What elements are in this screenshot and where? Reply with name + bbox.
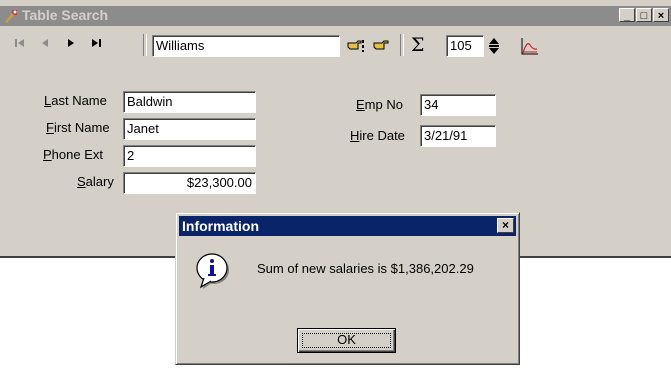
first-record-icon[interactable] <box>14 38 26 48</box>
dialog-title-bar[interactable]: Information × <box>179 216 516 236</box>
find-icon[interactable] <box>346 39 366 53</box>
information-dialog: Information × Sum of new salaries is $1,… <box>175 212 520 365</box>
sum-icon[interactable]: Σ <box>411 34 424 56</box>
next-record-icon[interactable] <box>66 38 76 48</box>
prior-record-icon[interactable] <box>40 38 50 48</box>
toolbar-separator <box>400 34 404 56</box>
count-input[interactable]: 105 <box>446 35 484 57</box>
chart-icon[interactable] <box>520 36 540 56</box>
phone-ext-field[interactable]: 2 <box>123 145 256 167</box>
salary-label: Salary <box>77 174 114 189</box>
last-record-icon[interactable] <box>90 38 102 48</box>
find-next-icon[interactable] <box>372 39 390 53</box>
minimize-button[interactable]: _ <box>619 8 635 22</box>
emp-no-label: Emp No <box>356 97 403 112</box>
last-name-field[interactable]: Baldwin <box>123 91 256 113</box>
emp-no-field[interactable]: 34 <box>420 94 496 116</box>
last-name-label: Last Name <box>44 93 107 108</box>
search-input[interactable]: Williams <box>152 35 340 57</box>
first-name-field[interactable]: Janet <box>123 118 256 140</box>
toolbar: Williams Σ 105 <box>0 30 671 60</box>
window-title: Table Search <box>22 7 109 23</box>
close-button[interactable]: × <box>653 8 669 22</box>
first-name-label: First Name <box>46 120 110 135</box>
ok-button-label: OK <box>337 332 356 347</box>
toolbar-separator <box>143 34 147 56</box>
info-icon <box>196 253 229 289</box>
salary-field[interactable]: $23,300.00 <box>123 172 256 194</box>
hire-date-label: Hire Date <box>350 128 405 143</box>
phone-ext-label: Phone Ext <box>43 147 103 162</box>
dialog-message: Sum of new salaries is $1,386,202.29 <box>257 261 474 276</box>
app-icon <box>5 10 17 23</box>
spin-icon[interactable] <box>488 36 500 56</box>
maximize-button[interactable]: □ <box>636 8 652 22</box>
ok-button[interactable]: OK <box>297 328 396 353</box>
title-bar[interactable]: Table Search _ □ × <box>0 6 671 26</box>
dialog-close-button[interactable]: × <box>497 218 514 233</box>
hire-date-field[interactable]: 3/21/91 <box>420 125 496 147</box>
dialog-title: Information <box>182 218 259 234</box>
